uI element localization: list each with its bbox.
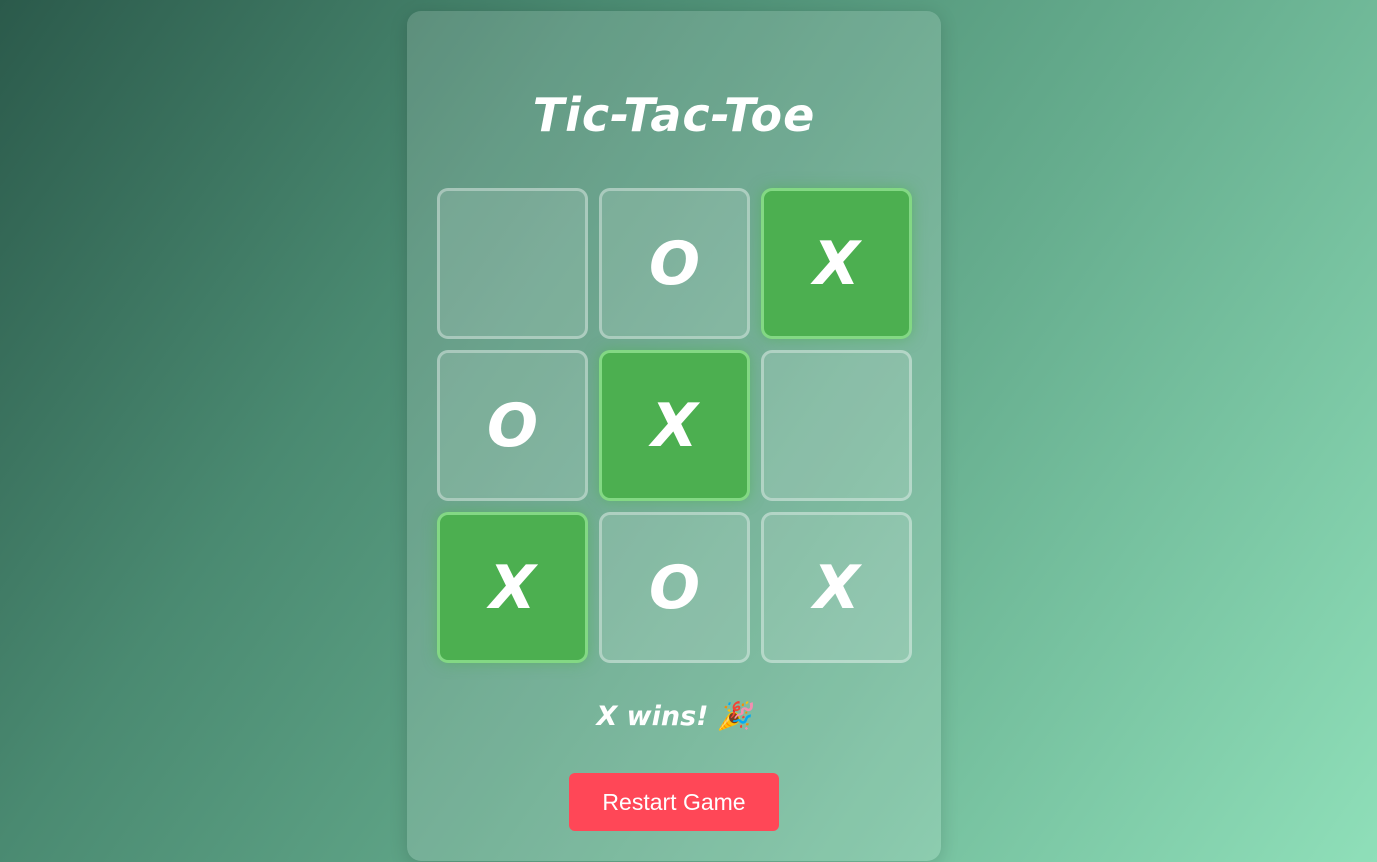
page-title: Tic-Tac-Toe xyxy=(532,88,816,142)
game-board: O X O X X O X xyxy=(437,188,917,668)
board-cell-6[interactable] xyxy=(761,350,912,501)
game-card: Tic-Tac-Toe O X O X X O X X wins! 🎉 Rest… xyxy=(407,11,941,861)
board-cell-2[interactable]: O xyxy=(599,188,750,339)
board-cell-1[interactable] xyxy=(437,188,588,339)
board-cell-3[interactable]: X xyxy=(761,188,912,339)
board-cell-4[interactable]: O xyxy=(437,350,588,501)
board-cell-5[interactable]: X xyxy=(599,350,750,501)
game-status: X wins! 🎉 xyxy=(596,701,752,732)
restart-game-button[interactable]: Restart Game xyxy=(569,773,779,831)
board-cell-8[interactable]: O xyxy=(599,512,750,663)
board-cell-9[interactable]: X xyxy=(761,512,912,663)
board-cell-7[interactable]: X xyxy=(437,512,588,663)
